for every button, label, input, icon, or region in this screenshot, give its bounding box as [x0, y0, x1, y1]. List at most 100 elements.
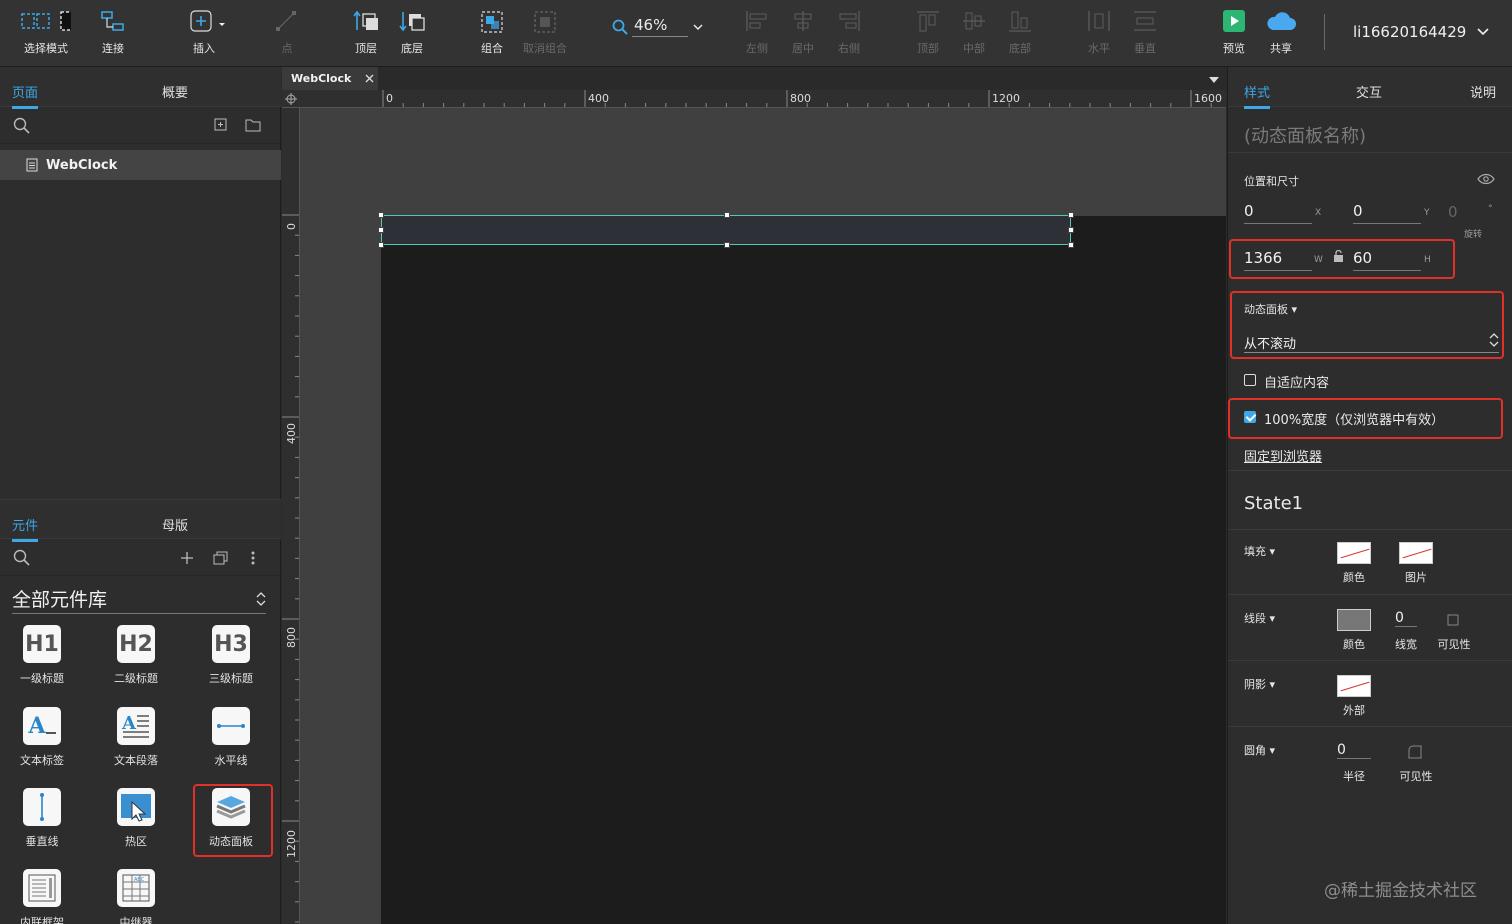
- shadow-label[interactable]: 阴影 ▾: [1244, 676, 1275, 692]
- send-back-button[interactable]: 底层: [394, 6, 430, 62]
- add-library-icon[interactable]: [180, 551, 194, 565]
- resize-handle[interactable]: [378, 227, 384, 233]
- align-bottom-button[interactable]: 底部: [1003, 6, 1037, 62]
- resize-handle[interactable]: [1068, 242, 1074, 248]
- more-icon[interactable]: [250, 550, 256, 566]
- radius-caption: 半径: [1343, 770, 1365, 783]
- align-right-button[interactable]: 右侧: [832, 6, 866, 62]
- document-tab-webclock[interactable]: WebClock: [282, 67, 378, 90]
- stroke-visibility-icon[interactable]: [1447, 614, 1459, 626]
- panel-name-input[interactable]: (动态面板名称): [1244, 122, 1366, 148]
- add-page-icon[interactable]: [214, 118, 228, 132]
- widget-paragraph[interactable]: A 文本段落: [100, 707, 172, 777]
- widget-h2[interactable]: H2 二级标题: [100, 625, 172, 695]
- heading2-icon: H2: [117, 625, 155, 663]
- library-manage-icon[interactable]: [213, 551, 229, 565]
- tab-pages[interactable]: 页面: [12, 82, 39, 109]
- library-select[interactable]: 全部元件库: [12, 584, 266, 614]
- resize-handle[interactable]: [1068, 212, 1074, 218]
- zoom-value[interactable]: 46%: [632, 16, 688, 37]
- widget-hotspot[interactable]: 热区: [100, 788, 172, 858]
- height-field[interactable]: 60: [1353, 249, 1421, 271]
- library-select-value: 全部元件库: [12, 589, 108, 611]
- shadow-outer-swatch[interactable]: [1337, 675, 1371, 697]
- tab-widgets[interactable]: 元件: [12, 515, 39, 542]
- corner-visibility-icon[interactable]: [1408, 745, 1422, 759]
- resize-handle[interactable]: [724, 242, 730, 248]
- tab-interaction[interactable]: 交互: [1356, 82, 1382, 101]
- radius-field[interactable]: 0: [1337, 742, 1371, 759]
- connect-button[interactable]: 连接: [90, 6, 136, 62]
- group-icon: [479, 6, 505, 36]
- fit-content-checkbox[interactable]: [1244, 374, 1256, 386]
- scroll-select-value: 从不滚动: [1244, 337, 1297, 352]
- align-left-button[interactable]: 左侧: [740, 6, 774, 62]
- align-top-button[interactable]: 顶部: [911, 6, 945, 62]
- tab-notes[interactable]: 说明: [1470, 82, 1496, 101]
- widget-h3[interactable]: H3 三级标题: [195, 625, 267, 695]
- widget-inline-frame[interactable]: 内联框架: [6, 869, 78, 924]
- align-bottom-icon: [1007, 6, 1033, 36]
- widget-hline[interactable]: 水平线: [195, 707, 267, 777]
- close-icon[interactable]: [365, 74, 374, 83]
- preview-button[interactable]: 预览: [1216, 6, 1252, 62]
- chevron-down-icon[interactable]: [692, 21, 704, 33]
- state-name[interactable]: State1: [1244, 493, 1303, 514]
- tab-masters[interactable]: 母版: [162, 515, 188, 534]
- radius-label[interactable]: 圆角 ▾: [1244, 742, 1275, 758]
- resize-handle[interactable]: [378, 212, 384, 218]
- scroll-select[interactable]: 从不滚动: [1244, 329, 1499, 353]
- lock-icon[interactable]: [1333, 250, 1344, 262]
- tab-outline[interactable]: 概要: [162, 82, 188, 101]
- group-button[interactable]: 组合: [474, 6, 510, 62]
- tab-list-chevron-icon[interactable]: [1208, 76, 1220, 84]
- distribute-horizontal-button[interactable]: 水平: [1082, 6, 1116, 62]
- resize-handle[interactable]: [378, 242, 384, 248]
- widget-h1[interactable]: H1 一级标题: [6, 625, 78, 695]
- point-button[interactable]: 点: [270, 6, 304, 62]
- y-field[interactable]: 0: [1353, 202, 1421, 224]
- zoom-control[interactable]: 46%: [612, 16, 704, 37]
- dynamic-panel-label[interactable]: 动态面板 ▾: [1244, 301, 1297, 317]
- resize-handle[interactable]: [1068, 227, 1074, 233]
- page-area[interactable]: [381, 216, 1226, 924]
- fill-label[interactable]: 填充 ▾: [1244, 543, 1275, 559]
- align-right-label: 右侧: [838, 42, 860, 55]
- dynamic-panel-selected[interactable]: [381, 215, 1071, 245]
- user-menu[interactable]: li16620164429: [1324, 14, 1490, 50]
- widget-vline[interactable]: 垂直线: [6, 788, 78, 858]
- widget-label: 三级标题: [209, 672, 253, 685]
- x-field[interactable]: 0: [1244, 202, 1312, 224]
- add-folder-icon[interactable]: [245, 118, 261, 132]
- tab-style[interactable]: 样式: [1244, 82, 1271, 109]
- pin-to-browser-link[interactable]: 固定到浏览器: [1244, 446, 1322, 465]
- bring-front-button[interactable]: 顶层: [348, 6, 384, 62]
- resize-handle[interactable]: [724, 212, 730, 218]
- page-item-webclock[interactable]: WebClock: [0, 150, 281, 180]
- search-icon[interactable]: [13, 117, 31, 135]
- insert-icon: [183, 6, 225, 36]
- eye-icon[interactable]: [1477, 173, 1495, 185]
- stroke-color-swatch[interactable]: [1337, 609, 1371, 631]
- left-panel: 页面 概要 WebClock 元件 母版 全部元件库 H1 一级标题 H2 二级…: [0, 67, 281, 924]
- stroke-label[interactable]: 线段 ▾: [1244, 610, 1275, 626]
- share-button[interactable]: 共享: [1262, 6, 1300, 62]
- crosshair-icon[interactable]: [285, 93, 297, 105]
- full-width-checkbox[interactable]: [1244, 411, 1256, 423]
- ungroup-button[interactable]: 取消组合: [520, 6, 570, 62]
- design-canvas[interactable]: [300, 108, 1226, 924]
- width-field[interactable]: 1366: [1244, 249, 1312, 271]
- insert-button[interactable]: 插入: [180, 6, 228, 62]
- distribute-vertical-button[interactable]: 垂直: [1128, 6, 1162, 62]
- search-icon[interactable]: [13, 549, 31, 567]
- rotate-field[interactable]: 0: [1448, 203, 1458, 221]
- stroke-width-field[interactable]: 0: [1395, 610, 1417, 627]
- bring-front-label: 顶层: [355, 42, 377, 55]
- fill-color-swatch[interactable]: [1337, 542, 1371, 564]
- widget-text-label[interactable]: A 文本标签: [6, 707, 78, 777]
- select-mode-button[interactable]: 选择模式: [14, 6, 78, 62]
- widget-repeater[interactable]: ABC 中继器: [100, 869, 172, 924]
- fill-image-swatch[interactable]: [1399, 542, 1433, 564]
- align-middle-button[interactable]: 中部: [957, 6, 991, 62]
- align-center-button[interactable]: 居中: [786, 6, 820, 62]
